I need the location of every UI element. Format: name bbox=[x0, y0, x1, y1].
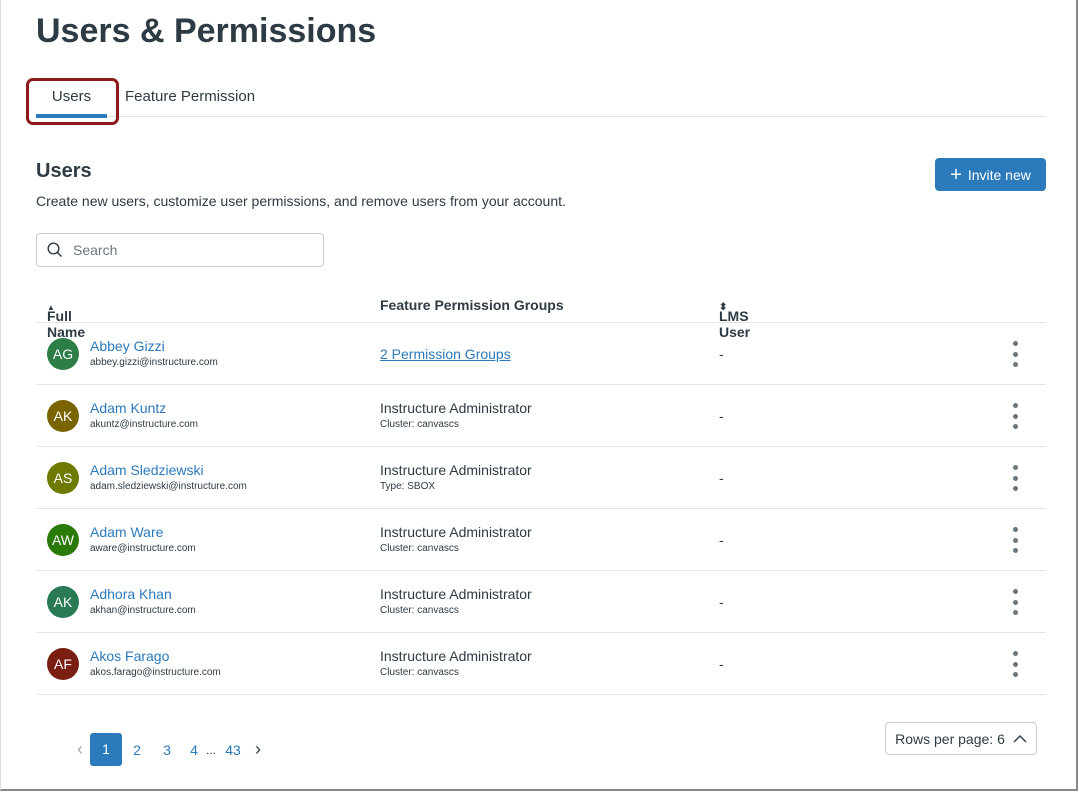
user-email: akhan@instructure.com bbox=[90, 605, 196, 616]
avatar: AK bbox=[47, 400, 79, 432]
chevron-up-icon bbox=[1013, 735, 1027, 743]
user-email: abbey.gizzi@instructure.com bbox=[90, 357, 218, 368]
invite-new-button[interactable]: + Invite new bbox=[935, 158, 1046, 191]
avatar: AS bbox=[47, 462, 79, 494]
ellipsis: ... bbox=[206, 743, 218, 757]
table-row: AK Adam Kuntz akuntz@instructure.com Ins… bbox=[36, 385, 1046, 447]
invite-label: Invite new bbox=[968, 167, 1031, 183]
rows-per-page-label: Rows per page: 6 bbox=[895, 731, 1005, 747]
user-email: aware@instructure.com bbox=[90, 543, 196, 554]
user-name-link[interactable]: Adam Ware bbox=[90, 524, 163, 540]
more-options-icon[interactable] bbox=[1011, 403, 1019, 429]
section-description: Create new users, customize user permiss… bbox=[36, 193, 566, 209]
table-row: AK Adhora Khan akhan@instructure.com Ins… bbox=[36, 571, 1046, 633]
search-field[interactable] bbox=[36, 233, 324, 267]
avatar: AG bbox=[47, 338, 79, 370]
permission-group-detail: Cluster: canvascs bbox=[380, 605, 459, 616]
tab-list: Users Feature Permission bbox=[36, 78, 1046, 117]
permission-group-detail: Cluster: canvascs bbox=[380, 667, 459, 678]
page-button[interactable]: 3 bbox=[152, 742, 182, 758]
permission-group-detail: Cluster: canvascs bbox=[380, 543, 459, 554]
permission-groups-link[interactable]: 2 Permission Groups bbox=[380, 346, 511, 362]
page-button[interactable]: 4 bbox=[182, 742, 206, 758]
lms-user: - bbox=[719, 408, 724, 424]
permission-group: Instructure Administrator bbox=[380, 462, 532, 478]
highlight-box bbox=[26, 78, 119, 125]
lms-user: - bbox=[719, 656, 724, 672]
lms-user: - bbox=[719, 346, 724, 362]
user-name-link[interactable]: Adam Kuntz bbox=[90, 400, 166, 416]
page-button-last[interactable]: 43 bbox=[218, 742, 248, 758]
permission-group: Instructure Administrator bbox=[380, 400, 532, 416]
tab-feature-permission[interactable]: Feature Permission bbox=[125, 88, 255, 105]
more-options-icon[interactable] bbox=[1011, 651, 1019, 677]
lms-user: - bbox=[719, 594, 724, 610]
avatar: AF bbox=[47, 648, 79, 680]
next-page-icon[interactable]: › bbox=[248, 739, 268, 760]
permission-group: Instructure Administrator bbox=[380, 524, 532, 540]
more-options-icon[interactable] bbox=[1011, 527, 1019, 553]
user-email: adam.sledziewski@instructure.com bbox=[90, 481, 247, 492]
user-email: akuntz@instructure.com bbox=[90, 419, 198, 430]
table-row: AS Adam Sledziewski adam.sledziewski@ins… bbox=[36, 447, 1046, 509]
column-lms-user[interactable]: LMS User ⬍ bbox=[719, 297, 727, 313]
more-options-icon[interactable] bbox=[1011, 465, 1019, 491]
more-options-icon[interactable] bbox=[1011, 589, 1019, 615]
page-button[interactable]: 2 bbox=[122, 742, 152, 758]
permission-group-detail: Type: SBOX bbox=[380, 481, 435, 492]
table-row: AF Akos Farago akos.farago@instructure.c… bbox=[36, 633, 1046, 695]
rows-per-page-select[interactable]: Rows per page: 6 bbox=[885, 722, 1037, 755]
user-name-link[interactable]: Adhora Khan bbox=[90, 586, 172, 602]
table-row: AW Adam Ware aware@instructure.com Instr… bbox=[36, 509, 1046, 571]
avatar: AK bbox=[47, 586, 79, 618]
search-input[interactable] bbox=[73, 242, 293, 258]
user-name-link[interactable]: Abbey Gizzi bbox=[90, 338, 165, 354]
pagination: ‹ 1 2 3 4 ... 43 › bbox=[70, 733, 268, 766]
column-full-name[interactable]: Full Name ▲ bbox=[47, 297, 55, 313]
table-row: AG Abbey Gizzi abbey.gizzi@instructure.c… bbox=[36, 323, 1046, 385]
more-options-icon[interactable] bbox=[1011, 341, 1019, 367]
lms-user: - bbox=[719, 532, 724, 548]
table-header: Full Name ▲ Feature Permission Groups LM… bbox=[36, 286, 1046, 323]
avatar: AW bbox=[47, 524, 79, 556]
page-title: Users & Permissions bbox=[36, 12, 376, 51]
user-name-link[interactable]: Adam Sledziewski bbox=[90, 462, 204, 478]
user-email: akos.farago@instructure.com bbox=[90, 667, 221, 678]
user-name-link[interactable]: Akos Farago bbox=[90, 648, 169, 664]
section-title: Users bbox=[36, 160, 92, 183]
page-button-current[interactable]: 1 bbox=[90, 733, 122, 766]
previous-page-icon[interactable]: ‹ bbox=[70, 739, 90, 760]
permission-group: Instructure Administrator bbox=[380, 648, 532, 664]
permission-group-detail: Cluster: canvascs bbox=[380, 419, 459, 430]
plus-icon: + bbox=[950, 165, 962, 185]
lms-user: - bbox=[719, 470, 724, 486]
permission-group: Instructure Administrator bbox=[380, 586, 532, 602]
column-feature-permission-groups: Feature Permission Groups bbox=[380, 297, 564, 313]
search-icon bbox=[47, 242, 63, 258]
